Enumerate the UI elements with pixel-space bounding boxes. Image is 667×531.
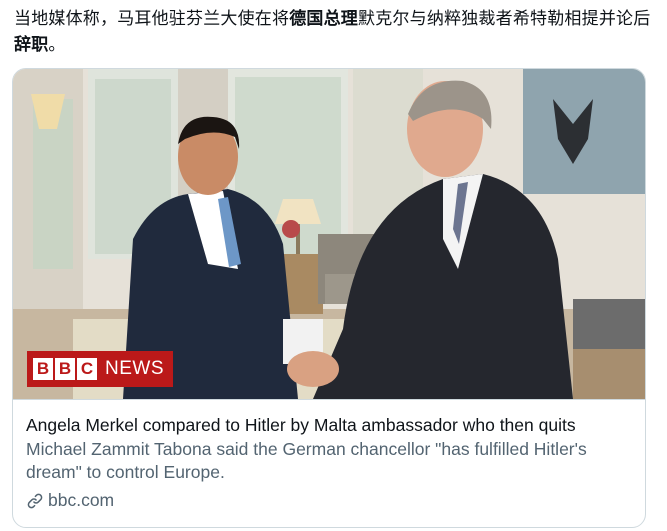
- card-title[interactable]: Angela Merkel compared to Hitler by Malt…: [26, 414, 632, 436]
- bbc-logo-letter: B: [33, 358, 53, 380]
- card-description: Michael Zammit Tabona said the German ch…: [26, 439, 587, 482]
- tweet-text-part: 。: [48, 35, 66, 55]
- tweet-text: 当地媒体称，马耳他驻芬兰大使在将德国总理默克尔与纳粹独裁者希特勒相提并论后辞职。: [14, 6, 654, 58]
- bbc-logo-letter: B: [55, 358, 75, 380]
- link-preview-card[interactable]: B B C NEWS Angela Merkel compared to Hit…: [12, 68, 646, 528]
- bbc-logo-letter: C: [77, 358, 97, 380]
- card-domain[interactable]: bbc.com: [26, 490, 632, 511]
- tweet-text-part: 当地媒体称，马耳他驻芬兰大使在将: [14, 9, 290, 29]
- tweet-text-bold: 德国总理: [289, 9, 359, 29]
- bbc-news-logo: B B C NEWS: [27, 351, 173, 387]
- link-icon: [27, 493, 43, 508]
- card-image[interactable]: B B C NEWS: [13, 69, 645, 399]
- tweet-text-bold: 辞职: [14, 35, 49, 55]
- tweet-text-part: 默克尔与纳粹独裁者希特勒相提并论后: [358, 9, 651, 29]
- card-meta[interactable]: Angela Merkel compared to Hitler by Malt…: [13, 399, 645, 527]
- card-domain-text[interactable]: bbc.com: [48, 490, 114, 511]
- bbc-logo-news: NEWS: [105, 358, 164, 379]
- news-photo: [13, 69, 645, 399]
